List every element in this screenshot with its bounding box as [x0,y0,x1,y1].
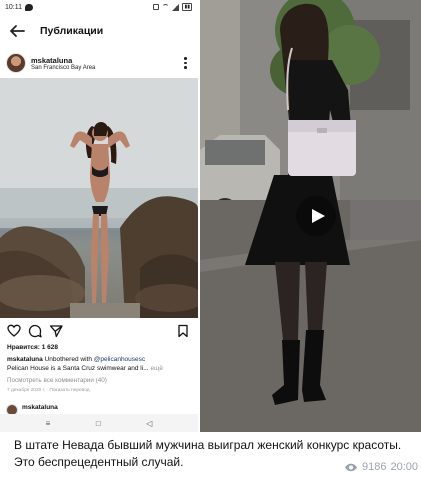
caption-mention[interactable]: @pelicanhousesc [94,356,145,363]
message-time: 20:00 [390,461,418,473]
signal-icon [172,3,180,11]
more-vert-icon[interactable] [184,57,187,69]
post-author-row[interactable]: mskataluna San Francisco Bay Area [0,48,198,78]
post-caption: mskataluna Unbothered with @pelicanhouse… [7,355,193,373]
instagram-header: Публикации [0,14,198,48]
wifi-icon [162,3,170,11]
view-comments-link[interactable]: Посмотреть все комментарии (40) [7,377,107,384]
back-arrow-icon[interactable] [8,24,26,38]
notification-icon [153,4,160,10]
play-button[interactable] [296,196,336,236]
post-date: 7 декабря 2020 г. · Показать перевод [7,388,90,393]
android-nav-bar: ≡ □ ◁ [0,414,198,432]
twitter-icon [25,3,33,11]
eye-icon [344,463,357,471]
message-post: 10:11 ▮▮ Публикации mskataluna San Franc… [0,0,421,477]
page-title: Публикации [40,25,104,37]
avatar[interactable] [6,53,26,73]
play-icon [311,209,325,223]
post-actions [0,322,198,340]
post-photo[interactable] [0,78,198,318]
message-meta: 9186 20:00 [344,461,418,473]
view-count: 9186 [361,461,387,473]
caption-text: Unbothered with [44,356,92,363]
battery-icon: ▮▮ [182,3,192,11]
share-icon[interactable] [49,324,63,338]
comment-icon[interactable] [28,324,42,338]
next-post-username[interactable]: mskataluna [22,404,58,411]
likes-count[interactable]: Нравится: 1 628 [7,344,58,351]
heart-icon[interactable] [7,324,21,338]
menu-icon[interactable]: ≡ [46,419,51,428]
back-icon[interactable]: ◁ [146,419,152,428]
beach-photo-illustration [0,78,198,318]
status-time: 10:11 [5,3,22,11]
caption-username[interactable]: mskataluna [7,356,43,363]
author-location[interactable]: San Francisco Bay Area [31,65,95,71]
caption-line-2: Pelican House is a Santa Cruz swimwear a… [7,365,149,372]
caption-more-link[interactable]: ещё [150,365,163,372]
bookmark-icon[interactable] [176,324,190,338]
instagram-screenshot[interactable]: 10:11 ▮▮ Публикации mskataluna San Franc… [0,0,198,432]
status-bar: 10:11 ▮▮ [0,0,198,14]
home-icon[interactable]: □ [96,419,101,428]
author-username[interactable]: mskataluna [31,56,95,65]
